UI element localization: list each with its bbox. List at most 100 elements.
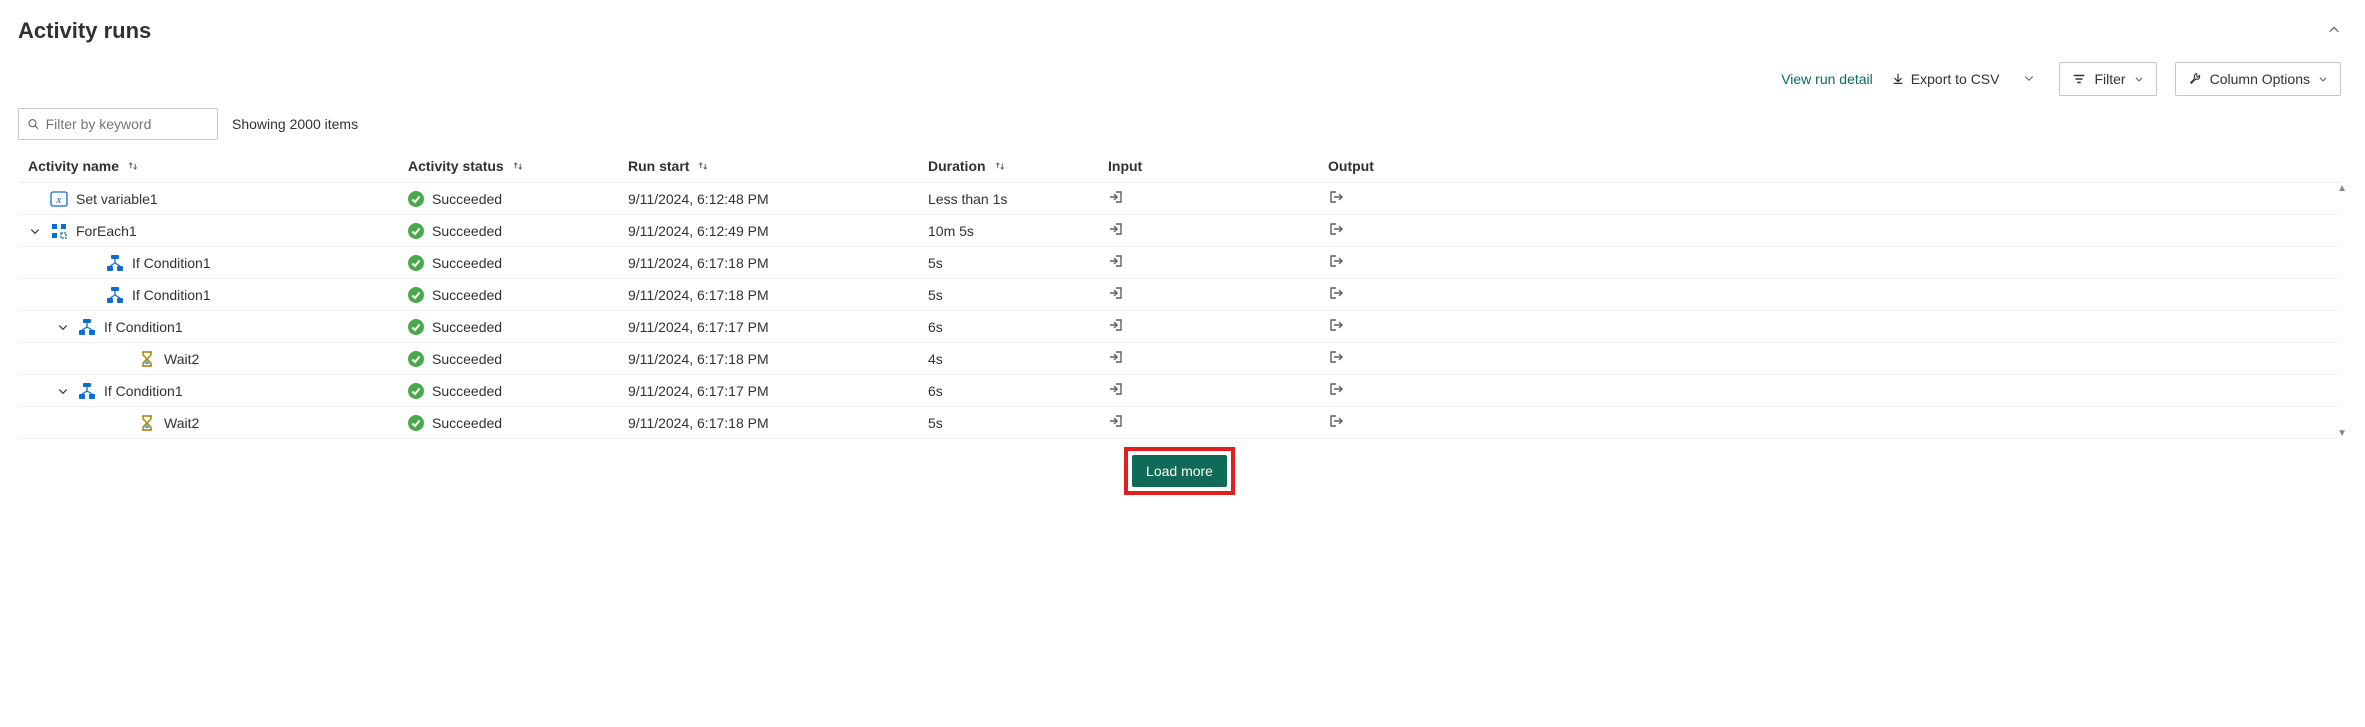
expand-chevron[interactable] (56, 321, 70, 333)
duration-cell: 5s (928, 255, 1108, 271)
load-more-button[interactable]: Load more (1132, 455, 1227, 487)
table-row[interactable]: If Condition1Succeeded9/11/2024, 6:17:17… (18, 311, 2341, 343)
filter-icon (2072, 72, 2086, 86)
activity-runs-grid: Activity name Activity status Run start … (18, 150, 2341, 439)
wait-activity-icon (138, 350, 156, 368)
table-row[interactable]: If Condition1Succeeded9/11/2024, 6:17:18… (18, 247, 2341, 279)
filter-keyword-input-wrap[interactable] (18, 108, 218, 140)
table-row[interactable]: Set variable1Succeeded9/11/2024, 6:12:48… (18, 183, 2341, 215)
run-start-cell: 9/11/2024, 6:17:18 PM (628, 255, 928, 271)
view-input-button[interactable] (1108, 285, 1328, 304)
sort-icon[interactable] (697, 160, 709, 172)
view-output-button[interactable] (1328, 189, 1548, 208)
col-duration[interactable]: Duration (928, 158, 1108, 174)
duration-cell: 6s (928, 319, 1108, 335)
filter-button[interactable]: Filter (2059, 62, 2156, 96)
view-input-button[interactable] (1108, 381, 1328, 400)
view-output-button[interactable] (1328, 285, 1548, 304)
expand-chevron[interactable] (28, 225, 42, 237)
chevron-down-icon (2023, 72, 2035, 84)
status-cell: Succeeded (408, 351, 628, 367)
var-activity-icon (50, 190, 68, 208)
col-label: Run start (628, 158, 689, 174)
success-icon (408, 319, 424, 335)
expand-chevron[interactable] (56, 385, 70, 397)
table-row[interactable]: If Condition1Succeeded9/11/2024, 6:17:17… (18, 375, 2341, 407)
wait-activity-icon (138, 414, 156, 432)
table-row[interactable]: Wait2Succeeded9/11/2024, 6:17:18 PM4s (18, 343, 2341, 375)
input-icon (1108, 285, 1124, 301)
col-run-start[interactable]: Run start (628, 158, 928, 174)
output-icon (1328, 413, 1344, 429)
table-row[interactable]: If Condition1Succeeded9/11/2024, 6:17:18… (18, 279, 2341, 311)
view-output-button[interactable] (1328, 413, 1548, 432)
output-icon (1328, 253, 1344, 269)
status-text: Succeeded (432, 351, 502, 367)
activity-name-text: If Condition1 (132, 287, 211, 303)
export-to-csv-button[interactable]: Export to CSV (1891, 71, 2000, 87)
sort-icon[interactable] (512, 160, 524, 172)
page-title: Activity runs (18, 18, 151, 44)
cond-activity-icon (106, 286, 124, 304)
col-activity-name[interactable]: Activity name (28, 158, 408, 174)
success-icon (408, 223, 424, 239)
view-input-button[interactable] (1108, 189, 1328, 208)
activity-name-cell: Wait2 (28, 414, 408, 432)
success-icon (408, 415, 424, 431)
activity-name-cell: If Condition1 (28, 286, 408, 304)
chevron-down-icon (2134, 74, 2144, 84)
filter-keyword-input[interactable] (46, 116, 209, 132)
status-text: Succeeded (432, 223, 502, 239)
search-icon (27, 117, 40, 131)
run-start-cell: 9/11/2024, 6:17:17 PM (628, 319, 928, 335)
run-start-cell: 9/11/2024, 6:12:48 PM (628, 191, 928, 207)
activity-name-cell: ForEach1 (28, 222, 408, 240)
view-input-button[interactable] (1108, 221, 1328, 240)
sort-icon[interactable] (127, 160, 139, 172)
load-more-highlight: Load more (1124, 447, 1235, 495)
duration-cell: 5s (928, 287, 1108, 303)
view-output-button[interactable] (1328, 381, 1548, 400)
table-row[interactable]: ForEach1Succeeded9/11/2024, 6:12:49 PM10… (18, 215, 2341, 247)
view-output-button[interactable] (1328, 221, 1548, 240)
status-cell: Succeeded (408, 191, 628, 207)
view-input-button[interactable] (1108, 413, 1328, 432)
view-run-detail-link[interactable]: View run detail (1781, 71, 1873, 87)
col-output: Output (1328, 158, 1548, 174)
activity-name-text: ForEach1 (76, 223, 137, 239)
input-icon (1108, 221, 1124, 237)
sort-icon[interactable] (994, 160, 1006, 172)
col-input: Input (1108, 158, 1328, 174)
view-output-button[interactable] (1328, 317, 1548, 336)
output-icon (1328, 285, 1344, 301)
status-cell: Succeeded (408, 287, 628, 303)
export-split-chevron[interactable] (2017, 71, 2041, 87)
activity-name-text: If Condition1 (132, 255, 211, 271)
activity-name-cell: If Condition1 (28, 382, 408, 400)
view-input-button[interactable] (1108, 317, 1328, 336)
cond-activity-icon (106, 254, 124, 272)
success-icon (408, 255, 424, 271)
view-input-button[interactable] (1108, 253, 1328, 272)
col-activity-status[interactable]: Activity status (408, 158, 628, 174)
view-output-button[interactable] (1328, 253, 1548, 272)
duration-cell: 10m 5s (928, 223, 1108, 239)
output-icon (1328, 189, 1344, 205)
column-options-button[interactable]: Column Options (2175, 62, 2341, 96)
activity-name-text: If Condition1 (104, 319, 183, 335)
output-icon (1328, 381, 1344, 397)
grid-body: ▲▼ Set variable1Succeeded9/11/2024, 6:12… (18, 183, 2341, 439)
activity-name-text: Wait2 (164, 415, 199, 431)
view-input-button[interactable] (1108, 349, 1328, 368)
status-cell: Succeeded (408, 223, 628, 239)
collapse-panel-icon[interactable] (2327, 23, 2341, 40)
col-label: Output (1328, 158, 1374, 174)
status-cell: Succeeded (408, 415, 628, 431)
run-start-cell: 9/11/2024, 6:17:18 PM (628, 415, 928, 431)
scrollbar-hint[interactable]: ▲▼ (2337, 183, 2347, 439)
success-icon (408, 287, 424, 303)
col-label: Activity status (408, 158, 504, 174)
output-icon (1328, 349, 1344, 365)
view-output-button[interactable] (1328, 349, 1548, 368)
table-row[interactable]: Wait2Succeeded9/11/2024, 6:17:18 PM5s (18, 407, 2341, 439)
